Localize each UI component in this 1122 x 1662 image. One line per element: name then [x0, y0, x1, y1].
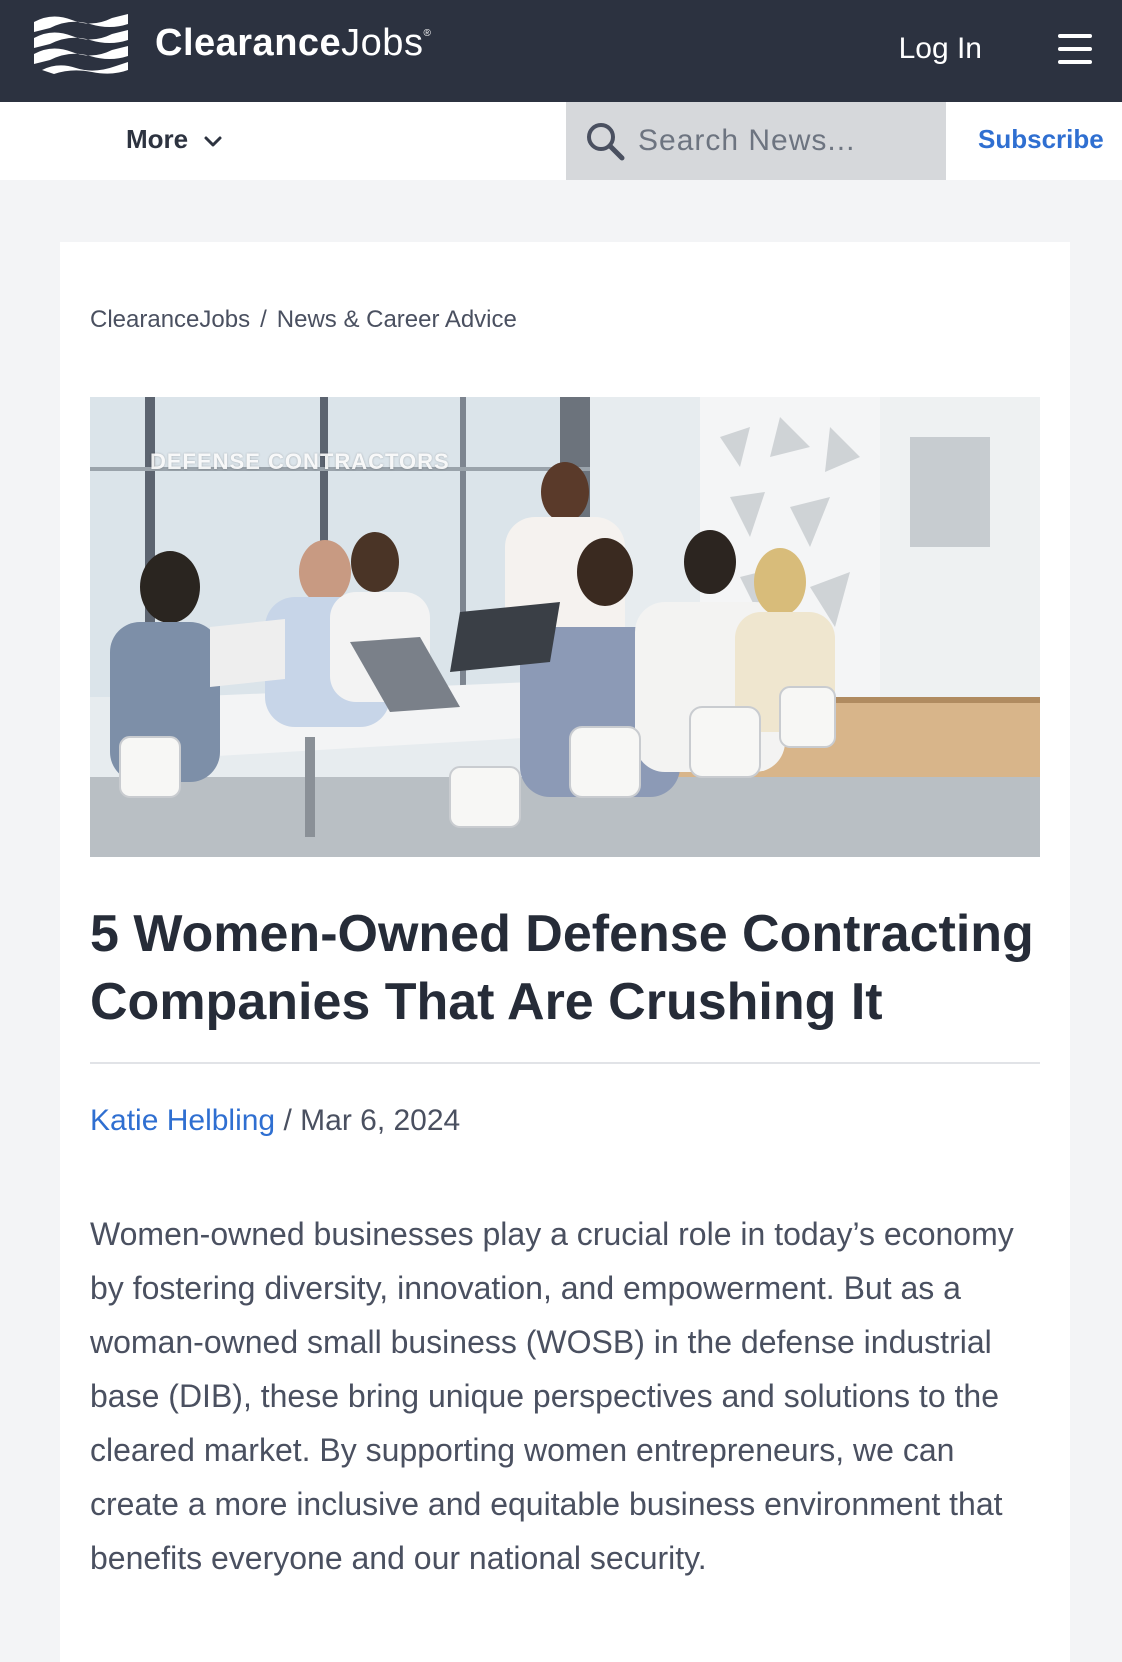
breadcrumb-item-home[interactable]: ClearanceJobs: [90, 306, 250, 333]
publish-date: Mar 6, 2024: [300, 1104, 461, 1137]
brand-logo-text[interactable]: ClearanceJobs®: [155, 22, 431, 65]
hero-image: DEFENSE CONTRACTORS: [90, 397, 1040, 857]
hamburger-icon[interactable]: [1058, 34, 1092, 64]
flag-logo-icon[interactable]: [32, 12, 132, 76]
subscribe-link[interactable]: Subscribe: [978, 124, 1104, 155]
search-input[interactable]: [638, 118, 934, 164]
article-title: 5 Women-Owned Defense Contracting Compan…: [90, 905, 1034, 1031]
byline-separator: /: [275, 1104, 301, 1137]
article-card: ClearanceJobs / News & Career Advice DEF…: [60, 242, 1070, 1662]
secondary-navigation: More Subscribe: [0, 102, 1122, 180]
more-dropdown[interactable]: More: [126, 124, 225, 155]
more-label: More: [126, 124, 189, 154]
registered-mark: ®: [423, 28, 432, 39]
top-navigation-bar: ClearanceJobs® Log In: [0, 0, 1122, 102]
search-icon[interactable]: [584, 120, 626, 162]
breadcrumb-separator: /: [260, 306, 267, 333]
chevron-down-icon: [204, 136, 222, 147]
breadcrumb: ClearanceJobs / News & Career Advice: [90, 306, 517, 334]
brand-name-bold: Clearance: [155, 22, 342, 64]
author-link[interactable]: Katie Helbling: [90, 1104, 275, 1137]
search-box[interactable]: [566, 102, 946, 180]
breadcrumb-item-news[interactable]: News & Career Advice: [277, 306, 517, 333]
article-lead-paragraph: Women-owned businesses play a crucial ro…: [90, 1216, 1014, 1576]
article-byline: Katie Helbling / Mar 6, 2024: [90, 1104, 460, 1138]
category-tag[interactable]: DEFENSE CONTRACTORS: [150, 449, 450, 475]
title-divider: [90, 1062, 1040, 1064]
brand-name-light: Jobs: [341, 22, 424, 64]
login-link[interactable]: Log In: [899, 32, 982, 66]
